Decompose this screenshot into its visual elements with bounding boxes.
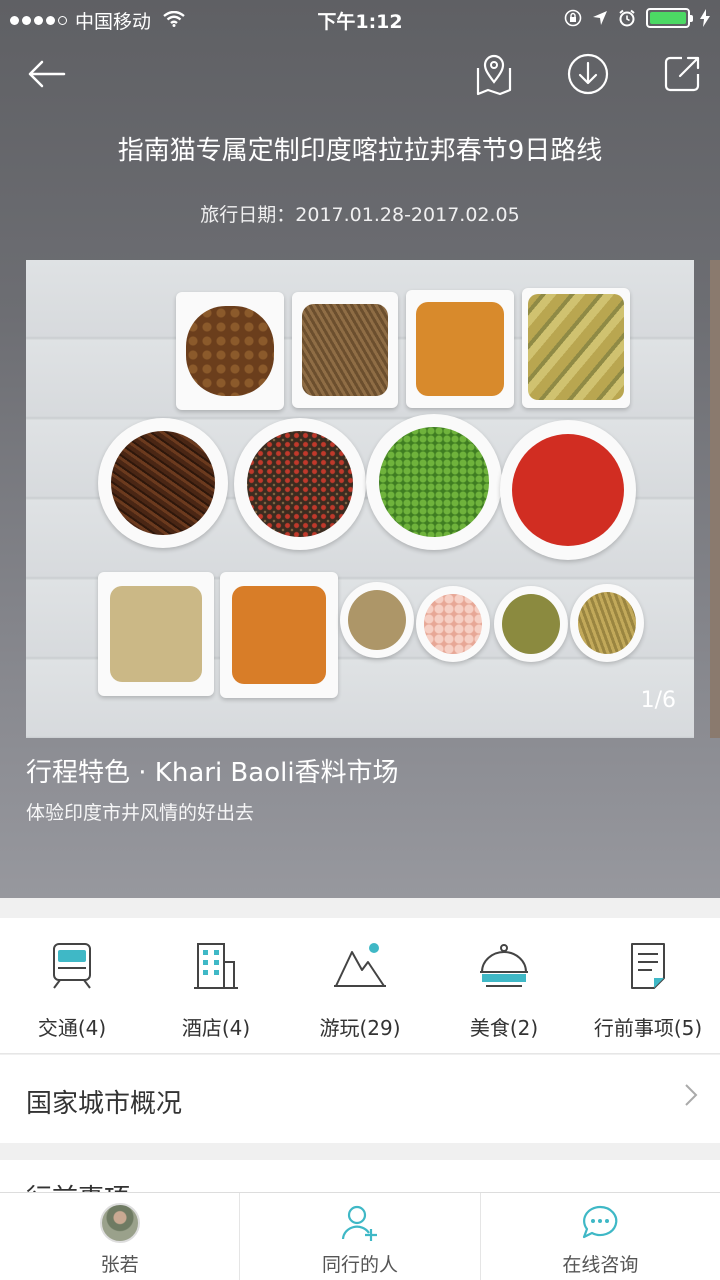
train-icon [53,943,91,989]
category-label: 酒店(4) [181,1016,251,1040]
alarm-icon [619,9,635,27]
spice-bowl [570,584,644,662]
spice-tray [176,292,284,410]
category-sightseeing[interactable]: 游玩(29) [288,918,432,1054]
category-label: 美食(2) [469,1016,539,1040]
map-button[interactable] [470,50,518,98]
spice-tray [406,290,514,408]
document-icon [631,943,665,989]
spice-bowl [234,418,366,550]
map-pin-icon [476,54,512,96]
category-hotel[interactable]: 酒店(4) [144,918,288,1054]
tab-label: 张若 [100,1254,139,1276]
tab-online-consult[interactable]: 在线咨询 [481,1193,720,1280]
spice-tray [98,572,214,696]
carousel-counter: 1/6 [640,688,676,713]
category-row: 交通(4) 酒店(4) 游玩(29) 美食(2) 行前事项(5) [0,918,720,1054]
next-carousel-image[interactable] [710,260,720,738]
trip-dates: 旅行日期：2017.01.28-2017.02.05 [200,204,520,226]
tab-label: 在线咨询 [562,1254,639,1276]
chevron-right-icon [685,1084,698,1106]
food-cloche-icon [480,944,528,987]
download-icon [567,53,609,95]
add-person-icon [341,1205,377,1241]
spice-bowl [494,586,568,662]
country-city-overview[interactable]: 国家城市概况 [0,1055,720,1143]
category-label: 游玩(29) [319,1016,401,1040]
location-arrow-icon [593,11,607,25]
feature-title: 行程特色 · Khari Baoli香料市场 [26,758,399,788]
tab-profile[interactable]: 张若 [0,1193,241,1280]
back-button[interactable] [22,50,70,98]
battery-icon [646,8,693,28]
charging-icon [700,9,710,27]
feature-subtitle: 体验印度市井风情的好出去 [26,802,255,824]
share-icon [664,56,700,92]
download-button[interactable] [564,50,612,98]
spice-bowl [366,414,502,550]
trip-hero: 中国移动 下午1:12 指南猫专属定制印度喀拉拉邦春节9日路线 旅行日期：201 [0,0,720,898]
top-navigation [0,50,720,98]
avatar [99,1203,140,1243]
status-bar: 中国移动 下午1:12 [0,0,720,38]
tab-label: 同行的人 [321,1254,398,1276]
hotel-icon [194,943,238,989]
category-pretrip[interactable]: 行前事项(5) [576,918,720,1054]
back-arrow-icon [28,60,66,88]
bottom-action-bar: 张若 同行的人 在线咨询 [0,1192,720,1280]
mountain-icon [334,943,386,987]
category-food[interactable]: 美食(2) [432,918,576,1054]
category-transport[interactable]: 交通(4) [0,918,144,1054]
spice-bowl [500,420,636,560]
spice-bowl [98,418,228,548]
spice-bowl [340,582,414,658]
spice-tray [292,292,398,408]
category-label: 交通(4) [37,1016,107,1040]
overview-label: 国家城市概况 [26,1089,183,1119]
carousel-image[interactable] [26,260,694,738]
trip-title: 指南猫专属定制印度喀拉拉邦春节9日路线 [117,136,603,166]
spice-bowl [416,586,490,662]
rotation-lock-icon [564,9,582,27]
category-label: 行前事项(5) [593,1016,703,1040]
tab-companions[interactable]: 同行的人 [240,1193,481,1280]
chat-icon [583,1205,618,1239]
spice-tray [522,288,630,408]
share-button[interactable] [658,50,706,98]
spice-tray [220,572,338,698]
